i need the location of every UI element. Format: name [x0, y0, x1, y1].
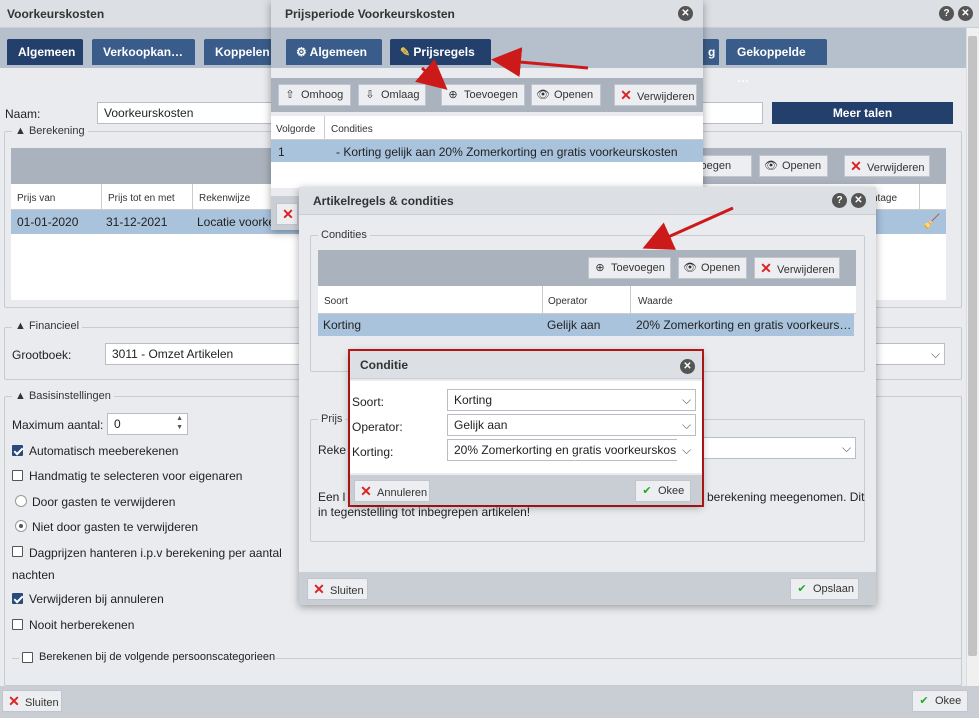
- arrow-to-ar-toevoegen: [642, 206, 734, 250]
- annotation-arrows: [415, 47, 734, 250]
- arrow-to-prijsregels-tab: [491, 47, 589, 78]
- arrow-to-pp-toevoegen: [415, 58, 448, 90]
